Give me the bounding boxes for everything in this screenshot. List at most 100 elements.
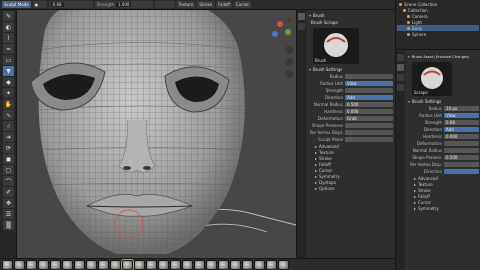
3d-viewport[interactable] xyxy=(17,10,296,258)
mode-selector[interactable]: Sculpt Mode xyxy=(2,1,31,8)
property-label: Direction xyxy=(423,127,442,132)
brush-settings-header[interactable]: ▾ Brush Settings xyxy=(309,66,393,73)
brush-thumb-icon[interactable] xyxy=(254,259,265,270)
header-menu-stroke[interactable]: Stroke xyxy=(197,1,215,8)
crease-icon[interactable]: ⌇ xyxy=(3,33,14,43)
property-value[interactable]: Grab xyxy=(345,116,393,121)
brush-thumb-icon[interactable] xyxy=(38,259,49,270)
snake-hook-icon[interactable]: ∿ xyxy=(3,110,14,120)
property-value[interactable]: 0.500 xyxy=(444,155,479,160)
brush-thumb-icon[interactable] xyxy=(2,259,13,270)
property-label: Radius xyxy=(428,106,442,111)
property-value[interactable] xyxy=(345,130,393,135)
header-field-1[interactable]: 0.68 xyxy=(48,1,93,8)
nudge-icon[interactable]: ➜ xyxy=(3,132,14,142)
brush-thumb-icon[interactable] xyxy=(158,259,169,270)
tab-tool[interactable] xyxy=(298,13,305,20)
brush-thumb-icon[interactable] xyxy=(278,259,289,270)
fill-icon[interactable]: ▼ xyxy=(3,66,14,76)
property-value[interactable]: View xyxy=(345,81,393,86)
brush-thumb-icon[interactable] xyxy=(146,259,157,270)
tab-view[interactable] xyxy=(298,23,305,30)
brush-thumb-icon[interactable] xyxy=(242,259,253,270)
tab-render[interactable] xyxy=(397,54,404,61)
draw-icon[interactable]: ✎ xyxy=(3,11,14,21)
property-label: Per Vertex Displ. xyxy=(310,130,343,135)
brush-thumb-icon[interactable] xyxy=(206,259,217,270)
property-value[interactable]: Add xyxy=(444,127,479,132)
brush-thumb-icon[interactable] xyxy=(134,259,145,270)
mask-icon[interactable]: ◼ xyxy=(3,154,14,164)
outliner-row-label: Sphere xyxy=(412,31,427,37)
property-value[interactable]: View xyxy=(444,113,479,118)
property-value[interactable] xyxy=(444,162,479,167)
smooth-icon[interactable]: ≈ xyxy=(3,44,14,54)
subpanel-options[interactable]: ▸ Options xyxy=(309,185,393,191)
tab-tool-properties[interactable] xyxy=(397,64,404,71)
brush-thumb-icon[interactable] xyxy=(170,259,181,270)
view-controls[interactable] xyxy=(285,46,293,78)
brush-thumb-icon[interactable] xyxy=(98,259,109,270)
rotate-icon[interactable]: ⟳ xyxy=(3,143,14,153)
brush-preview-2[interactable]: Scrape xyxy=(412,62,452,96)
brush-settings-header-2[interactable]: ▾ Brush Settings xyxy=(408,98,479,105)
brush-thumb-icon[interactable] xyxy=(266,259,277,270)
property-value[interactable]: 24 px xyxy=(444,106,479,111)
property-value[interactable] xyxy=(444,148,479,153)
tab-object[interactable] xyxy=(397,84,404,91)
header-menu-falloff[interactable]: Falloff xyxy=(216,1,232,8)
box-mask-icon[interactable]: ▢ xyxy=(3,165,14,175)
property-value[interactable]: 0.000 xyxy=(345,109,393,114)
brush-thumb-icon[interactable] xyxy=(14,259,25,270)
header-menu-texture[interactable]: Texture xyxy=(176,1,196,8)
tab-scene[interactable] xyxy=(397,74,404,81)
lasso-mask-icon[interactable]: ⌒ xyxy=(3,176,14,186)
mesh-filter-icon[interactable]: ☰ xyxy=(3,209,14,219)
property-value[interactable]: 0.68 xyxy=(444,120,479,125)
clay-icon[interactable]: ◐ xyxy=(3,22,14,32)
brush-preview[interactable]: Brush xyxy=(313,28,359,64)
chevron-right-icon: ▸ xyxy=(315,161,318,167)
property-value[interactable] xyxy=(345,137,393,142)
outliner-row-label: Camera xyxy=(412,13,428,19)
brush-thumb-icon[interactable] xyxy=(74,259,85,270)
cloth-icon[interactable]: ▒ xyxy=(3,220,14,230)
annotate-icon[interactable]: ✐ xyxy=(3,187,14,197)
grab-icon[interactable]: ✋ xyxy=(3,99,14,109)
navigation-gizmo[interactable] xyxy=(272,18,291,37)
thumb-icon[interactable]: ☝ xyxy=(3,121,14,131)
flatten-icon[interactable]: ▭ xyxy=(3,55,14,65)
brush-thumb-icon[interactable] xyxy=(26,259,37,270)
property-value[interactable] xyxy=(345,123,393,128)
property-row: Hardness 0.000 xyxy=(309,108,393,115)
property-value[interactable] xyxy=(345,74,393,79)
pinch-icon[interactable]: ✦ xyxy=(3,88,14,98)
brush-thumb-icon[interactable] xyxy=(86,259,97,270)
property-value[interactable]: Add xyxy=(345,95,393,100)
brush-asset-shelf xyxy=(0,258,395,270)
header-field-3[interactable] xyxy=(154,1,175,8)
brush-selector[interactable]: ● xyxy=(32,1,47,8)
property-value[interactable]: 0.500 xyxy=(345,102,393,107)
brush-thumb-icon[interactable] xyxy=(230,259,241,270)
brush-thumb-icon[interactable] xyxy=(50,259,61,270)
strength-field[interactable]: Strength 1.000 xyxy=(94,1,153,8)
brush-thumb-icon[interactable] xyxy=(110,259,121,270)
header-menu-cursor[interactable]: Cursor xyxy=(233,1,252,8)
property-value[interactable] xyxy=(345,88,393,93)
brush-thumb-icon[interactable] xyxy=(182,259,193,270)
outliner-row[interactable]: Sphere xyxy=(397,31,479,37)
brush-thumb-icon[interactable] xyxy=(194,259,205,270)
brush-asset-header[interactable]: Brush Scrape xyxy=(309,19,393,26)
property-value[interactable]: 0.000 xyxy=(444,134,479,139)
subpanel-symmetry[interactable]: ▸ Symmetry xyxy=(408,205,479,211)
property-value[interactable] xyxy=(444,169,479,174)
property-value[interactable] xyxy=(444,141,479,146)
brush-thumb-icon[interactable] xyxy=(62,259,73,270)
brush-thumb-icon[interactable] xyxy=(121,258,134,270)
brush-thumb-icon[interactable] xyxy=(218,259,229,270)
brush-header[interactable]: ▾ Brush xyxy=(309,12,393,19)
brush-asset-header-2[interactable]: ▾ Brush Asset (Unsaved Changes) xyxy=(408,53,479,60)
scrape-icon[interactable]: ◆ xyxy=(3,77,14,87)
transform-icon[interactable]: ✥ xyxy=(3,198,14,208)
